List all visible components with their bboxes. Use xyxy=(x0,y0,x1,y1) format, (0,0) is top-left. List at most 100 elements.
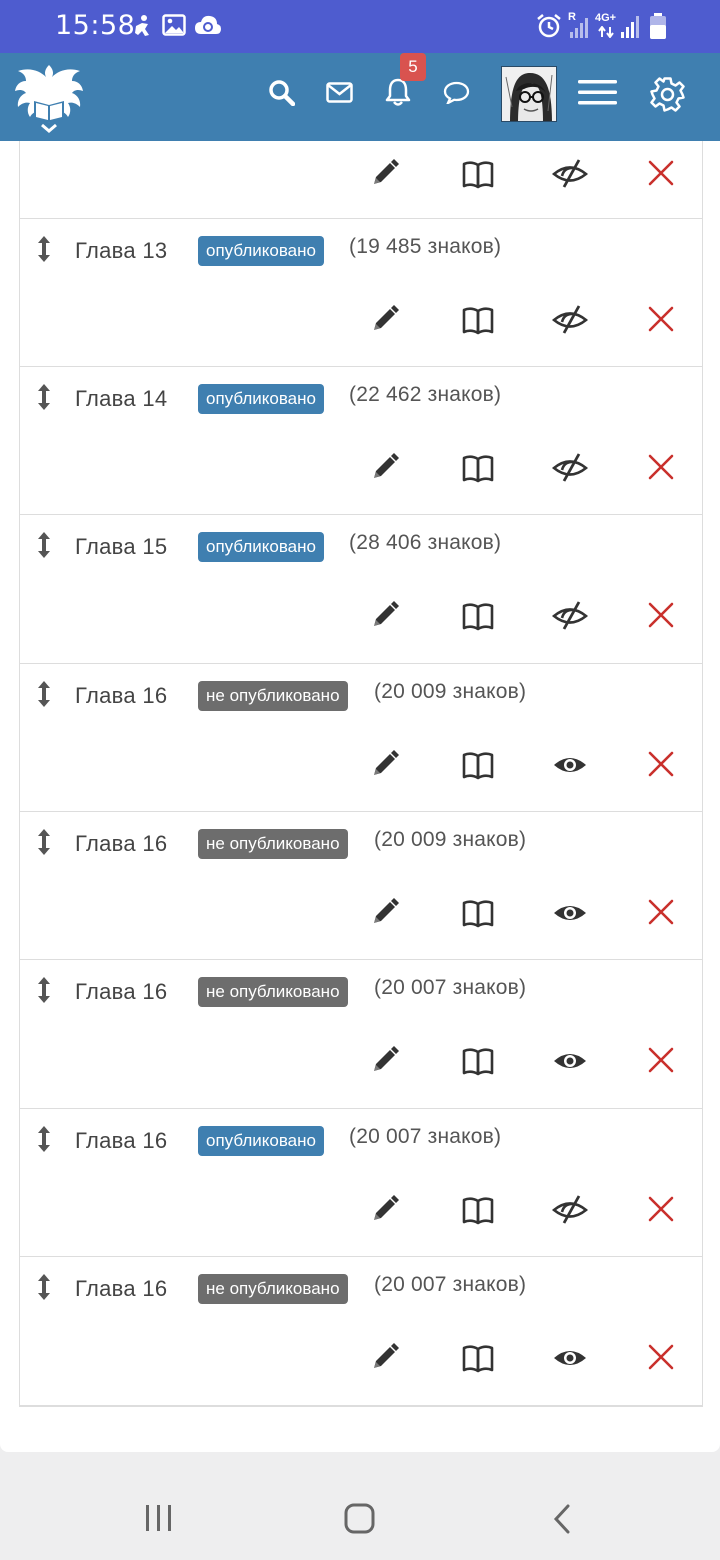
read-book-icon[interactable] xyxy=(460,156,496,190)
chapter-row: Глава 16 не опубликовано (20 009 знаков) xyxy=(20,664,702,812)
drag-handle-icon[interactable] xyxy=(37,680,51,708)
read-book-icon[interactable] xyxy=(460,1043,496,1077)
char-count: (20 009 знаков) xyxy=(374,680,527,703)
edit-pencil-icon[interactable] xyxy=(368,302,402,336)
eye-slash-icon[interactable] xyxy=(552,302,588,338)
eye-icon[interactable] xyxy=(552,1043,588,1079)
delete-cross-icon[interactable] xyxy=(644,156,678,190)
status-badge: опубликовано xyxy=(198,384,324,414)
bell-icon[interactable] xyxy=(385,78,411,107)
edit-pencil-icon[interactable] xyxy=(368,1192,402,1226)
edit-pencil-icon[interactable] xyxy=(368,1043,402,1077)
drag-handle-icon[interactable] xyxy=(37,1273,51,1301)
status-badge: не опубликовано xyxy=(198,829,348,859)
status-bar: 15:58 R 4G+ xyxy=(0,0,720,53)
drag-handle-icon[interactable] xyxy=(37,383,51,411)
logo-icon[interactable] xyxy=(12,61,86,133)
drag-handle-icon[interactable] xyxy=(37,828,51,856)
delete-cross-icon[interactable] xyxy=(644,1340,678,1374)
drag-handle-icon[interactable] xyxy=(37,235,51,263)
status-badge: не опубликовано xyxy=(198,681,348,711)
delete-cross-icon[interactable] xyxy=(644,302,678,336)
status-badge: не опубликовано xyxy=(198,977,348,1007)
chapter-title[interactable]: Глава 16 xyxy=(75,683,167,709)
eye-slash-icon[interactable] xyxy=(552,450,588,486)
char-count: (22 462 знаков) xyxy=(349,383,502,406)
avatar[interactable] xyxy=(501,66,557,122)
signal-icon xyxy=(570,18,588,38)
status-time: 15:58 xyxy=(55,10,136,41)
delete-cross-icon[interactable] xyxy=(644,1192,678,1226)
read-book-icon[interactable] xyxy=(460,1192,496,1226)
chapter-title[interactable]: Глава 14 xyxy=(75,386,167,412)
network-type: 4G+ xyxy=(595,12,617,24)
edit-pencil-icon[interactable] xyxy=(368,1340,402,1374)
read-book-icon[interactable] xyxy=(460,1340,496,1374)
eye-slash-icon[interactable] xyxy=(552,156,588,192)
read-book-icon[interactable] xyxy=(460,302,496,336)
delete-cross-icon[interactable] xyxy=(644,598,678,632)
read-book-icon[interactable] xyxy=(460,450,496,484)
chapter-row: Глава 16 опубликовано (20 007 знаков) xyxy=(20,1109,702,1257)
data-arrows-icon xyxy=(598,26,614,38)
avatar-image xyxy=(502,67,556,121)
char-count: (20 007 знаков) xyxy=(374,1273,527,1296)
edit-pencil-icon[interactable] xyxy=(368,156,402,190)
chapter-row: Глава 14 опубликовано (22 462 знаков) xyxy=(20,367,702,515)
status-badge: опубликовано xyxy=(198,1126,324,1156)
read-book-icon[interactable] xyxy=(460,598,496,632)
chapter-title[interactable]: Глава 16 xyxy=(75,831,167,857)
edit-pencil-icon[interactable] xyxy=(368,895,402,929)
chapter-title[interactable]: Глава 16 xyxy=(75,1128,167,1154)
chapter-list: Глава 13 опубликовано (19 485 знаков) Глава… xyxy=(19,141,703,1407)
chapter-title[interactable]: Глава 16 xyxy=(75,979,167,1005)
eye-icon[interactable] xyxy=(552,747,588,783)
content-panel: Глава 13 опубликовано (19 485 знаков) Глава… xyxy=(0,141,720,1452)
char-count: (28 406 знаков) xyxy=(349,531,502,554)
chapter-title[interactable]: Глава 16 xyxy=(75,1276,167,1302)
cloud-sync-icon xyxy=(195,15,221,34)
chapter-row: Глава 16 не опубликовано (20 007 знаков) xyxy=(20,960,702,1109)
chapter-title[interactable]: Глава 13 xyxy=(75,238,167,264)
char-count: (20 009 знаков) xyxy=(374,828,527,851)
notification-badge: 5 xyxy=(400,53,426,81)
alarm-icon xyxy=(537,14,561,38)
search-icon[interactable] xyxy=(268,79,295,106)
menu-icon[interactable] xyxy=(578,80,617,105)
chat-icon[interactable] xyxy=(443,81,470,104)
delete-cross-icon[interactable] xyxy=(644,747,678,781)
accessibility-icon xyxy=(135,15,149,36)
site-header: 5 xyxy=(0,53,720,141)
chapter-row: Глава 13 опубликовано (19 485 знаков) xyxy=(20,219,702,367)
mail-icon[interactable] xyxy=(326,82,353,103)
char-count: (20 007 знаков) xyxy=(374,976,527,999)
chapter-row: Глава 15 опубликовано (28 406 знаков) xyxy=(20,515,702,664)
read-book-icon[interactable] xyxy=(460,747,496,781)
recent-apps-icon[interactable] xyxy=(144,1504,174,1532)
gear-icon[interactable] xyxy=(650,77,685,112)
back-icon[interactable] xyxy=(552,1504,572,1534)
eye-icon[interactable] xyxy=(552,1340,588,1376)
read-book-icon[interactable] xyxy=(460,895,496,929)
drag-handle-icon[interactable] xyxy=(37,531,51,559)
eye-slash-icon[interactable] xyxy=(552,1192,588,1228)
eye-slash-icon[interactable] xyxy=(552,598,588,634)
delete-cross-icon[interactable] xyxy=(644,1043,678,1077)
delete-cross-icon[interactable] xyxy=(644,895,678,929)
delete-cross-icon[interactable] xyxy=(644,450,678,484)
status-badge: опубликовано xyxy=(198,532,324,562)
edit-pencil-icon[interactable] xyxy=(368,747,402,781)
chapter-row: Глава 16 не опубликовано (20 009 знаков) xyxy=(20,812,702,960)
drag-handle-icon[interactable] xyxy=(37,976,51,1004)
gallery-icon xyxy=(162,14,186,36)
edit-pencil-icon[interactable] xyxy=(368,450,402,484)
drag-handle-icon[interactable] xyxy=(37,1125,51,1153)
edit-pencil-icon[interactable] xyxy=(368,598,402,632)
chapter-title[interactable]: Глава 15 xyxy=(75,534,167,560)
status-badge: не опубликовано xyxy=(198,1274,348,1304)
android-nav-bar xyxy=(0,1452,720,1560)
status-badge: опубликовано xyxy=(198,236,324,266)
chapter-row xyxy=(20,141,702,219)
home-icon[interactable] xyxy=(344,1503,375,1534)
eye-icon[interactable] xyxy=(552,895,588,931)
